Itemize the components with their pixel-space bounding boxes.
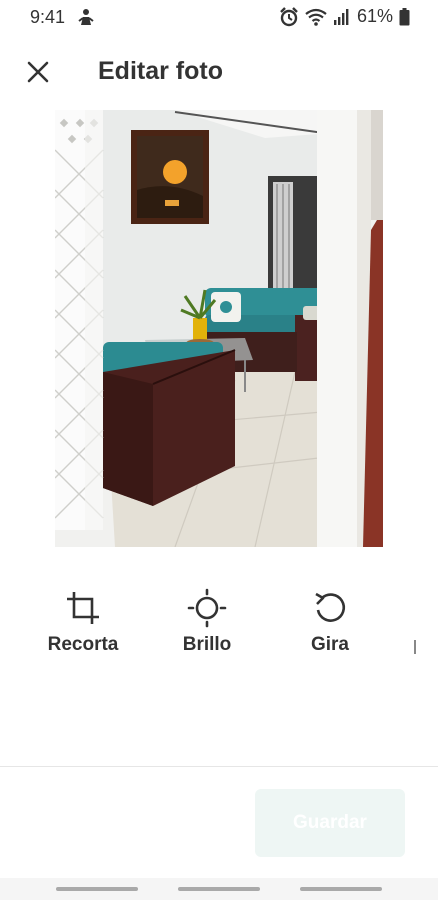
tool-brightness-label: Brillo (182, 634, 232, 655)
tool-brightness[interactable]: Brillo (152, 586, 262, 656)
alarm-icon (279, 6, 299, 27)
status-icons: 61% (279, 6, 410, 27)
system-nav-bar (0, 878, 438, 900)
close-icon (27, 61, 49, 83)
wifi-icon (305, 8, 327, 26)
nav-home-button[interactable] (178, 887, 260, 891)
page-title: Editar foto (98, 57, 223, 85)
rotate-icon (275, 586, 385, 630)
tool-rotate-label: Gira (310, 634, 350, 655)
battery-percent: 61% (356, 6, 393, 26)
status-time: 9:41 (30, 7, 66, 27)
status-bar: 9:41 61% (0, 0, 438, 34)
crop-icon (28, 586, 138, 630)
more-tools-indicator[interactable] (414, 640, 416, 654)
nav-back-button[interactable] (300, 887, 382, 891)
tool-rotate[interactable]: Gira (275, 586, 385, 656)
person-icon (78, 8, 94, 31)
battery-icon (399, 7, 410, 26)
tool-crop-label: Recorta (47, 634, 119, 655)
brightness-icon (152, 586, 262, 630)
app-header: Editar foto (0, 48, 438, 96)
nav-recents-button[interactable] (56, 887, 138, 891)
tool-crop[interactable]: Recorta (28, 586, 138, 656)
signal-icon (333, 8, 349, 26)
footer-divider (0, 766, 438, 767)
edit-tools: Recorta Brillo Gira (0, 586, 438, 676)
save-button[interactable]: Guardar (255, 789, 405, 857)
photo-preview (55, 110, 383, 547)
close-button[interactable] (24, 58, 52, 86)
